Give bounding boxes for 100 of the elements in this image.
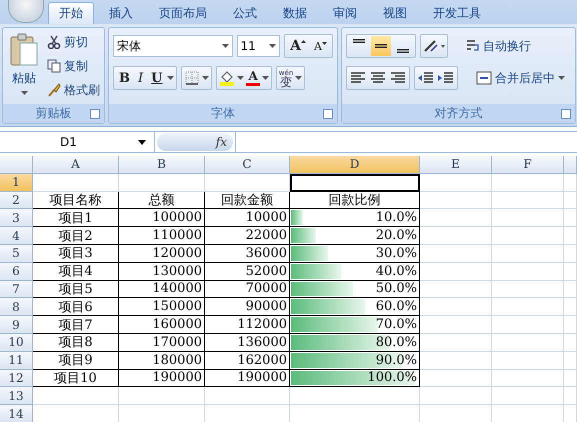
font-style-button[interactable]: U: [148, 70, 166, 86]
row-header[interactable]: 6: [0, 262, 33, 281]
empty-cell: [492, 262, 564, 281]
horizontal-align-icon[interactable]: [349, 71, 367, 85]
row-header[interactable]: 9: [0, 316, 33, 334]
font-style-button[interactable]: I: [135, 70, 146, 86]
column-header[interactable]: D: [290, 156, 420, 174]
dialog-launcher-icon[interactable]: [90, 109, 100, 119]
row-header[interactable]: 5: [0, 244, 33, 263]
table-cell: 项目3: [33, 244, 119, 263]
copy-icon: [47, 59, 61, 73]
row-header[interactable]: 7: [0, 280, 33, 298]
clipboard-icon: [9, 33, 39, 67]
horizontal-align-icon[interactable]: [389, 71, 407, 85]
row-header[interactable]: 14: [0, 405, 33, 422]
caret-icon: [20, 91, 28, 95]
empty-cell: [420, 370, 492, 388]
caret-icon[interactable]: [202, 76, 210, 80]
row-header[interactable]: 3: [0, 209, 33, 228]
table-cell: 回款金额: [205, 192, 290, 210]
empty-cell: [492, 174, 564, 192]
column-header[interactable]: C: [205, 156, 290, 174]
scissors-icon: [47, 35, 61, 49]
row-header[interactable]: 11: [0, 352, 33, 370]
column-header[interactable]: E: [420, 156, 492, 174]
name-box[interactable]: D1: [0, 132, 155, 152]
font-color-button[interactable]: A: [246, 70, 260, 86]
column-header[interactable]: A: [33, 156, 119, 174]
horizontal-align-icon[interactable]: [369, 71, 387, 85]
row-header[interactable]: 4: [0, 227, 33, 245]
caret-icon[interactable]: [167, 76, 174, 80]
vertical-align-button[interactable]: [371, 36, 391, 56]
indent-icon[interactable]: [417, 71, 435, 85]
ribbon-tab[interactable]: 插入: [98, 2, 144, 24]
empty-cell: [564, 352, 577, 370]
active-cell[interactable]: [290, 174, 420, 192]
fill-color-icon[interactable]: [219, 70, 236, 86]
empty-cell: [492, 227, 564, 245]
ribbon-tab[interactable]: 开发工具: [422, 2, 492, 24]
table-cell: 112000: [205, 316, 290, 334]
wrap-icon: [466, 39, 480, 53]
empty-cell: [564, 334, 577, 352]
caret-icon: [269, 44, 276, 48]
lines-icon: [397, 49, 409, 53]
paste-button[interactable]: 粘贴: [5, 31, 43, 101]
empty-cell: [420, 352, 492, 370]
clipboard-button[interactable]: 剪切: [45, 31, 102, 53]
row-header[interactable]: 8: [0, 298, 33, 316]
ribbon-tab[interactable]: 页面布局: [148, 2, 218, 24]
caret-icon: [558, 76, 565, 80]
dialog-launcher-icon[interactable]: [323, 109, 333, 119]
column-header[interactable]: B: [119, 156, 205, 174]
table-cell: 项目1: [33, 209, 119, 228]
ribbon-tab[interactable]: 审阅: [322, 2, 368, 24]
merge-center-button[interactable]: 合并后居中: [470, 68, 571, 88]
clipboard-button[interactable]: 格式刷: [45, 79, 102, 101]
row-header[interactable]: 13: [0, 387, 33, 406]
column-header[interactable]: F: [492, 156, 564, 174]
table-cell: 项目9: [33, 352, 119, 370]
row-header[interactable]: 12: [0, 370, 33, 388]
text-orientation-icon[interactable]: [423, 39, 445, 53]
border-icon[interactable]: [184, 70, 200, 86]
clipboard-button[interactable]: 复制: [45, 55, 102, 77]
shrink-font-button[interactable]: A: [311, 40, 330, 52]
caret-icon[interactable]: [237, 76, 244, 80]
dialog-launcher-icon[interactable]: [561, 109, 571, 119]
grow-font-button[interactable]: A: [287, 38, 310, 54]
caret-icon[interactable]: [295, 76, 302, 80]
row-header[interactable]: 10: [0, 334, 33, 352]
indent-icon[interactable]: [437, 71, 455, 85]
row-header[interactable]: 2: [0, 192, 33, 210]
table-cell: 110000: [119, 227, 205, 245]
ribbon-tab[interactable]: 视图: [372, 2, 418, 24]
wrap-text-button[interactable]: 自动换行: [460, 36, 537, 56]
empty-cell: [564, 387, 577, 406]
table-cell: 170000: [119, 334, 205, 352]
table-cell: 180000: [119, 352, 205, 370]
table-cell: 136000: [205, 334, 290, 352]
font-name-field[interactable]: 宋体: [113, 35, 233, 57]
ribbon-tab[interactable]: 开始: [48, 2, 94, 24]
empty-cell: [564, 244, 577, 263]
table-cell: 项目7: [33, 316, 119, 334]
empty-cell: [492, 280, 564, 298]
table-cell: 150000: [119, 298, 205, 316]
empty-cell: [420, 209, 492, 228]
empty-cell: [492, 209, 564, 228]
font-size-field[interactable]: 11: [236, 35, 280, 57]
table-cell: 项目2: [33, 227, 119, 245]
caret-icon[interactable]: [262, 76, 269, 80]
empty-cell: [492, 244, 564, 263]
table-cell: 70.0%: [290, 316, 420, 334]
table-cell: 30.0%: [290, 244, 420, 263]
row-header[interactable]: 1: [0, 174, 33, 192]
font-style-button[interactable]: B: [116, 70, 133, 86]
table-cell: 162000: [205, 352, 290, 370]
ribbon-tab[interactable]: 公式: [222, 2, 268, 24]
ribbon-tab[interactable]: 数据: [272, 2, 318, 24]
empty-cell: [564, 316, 577, 334]
insert-function-button[interactable]: fx: [216, 135, 227, 149]
table-cell: 项目10: [33, 370, 119, 388]
